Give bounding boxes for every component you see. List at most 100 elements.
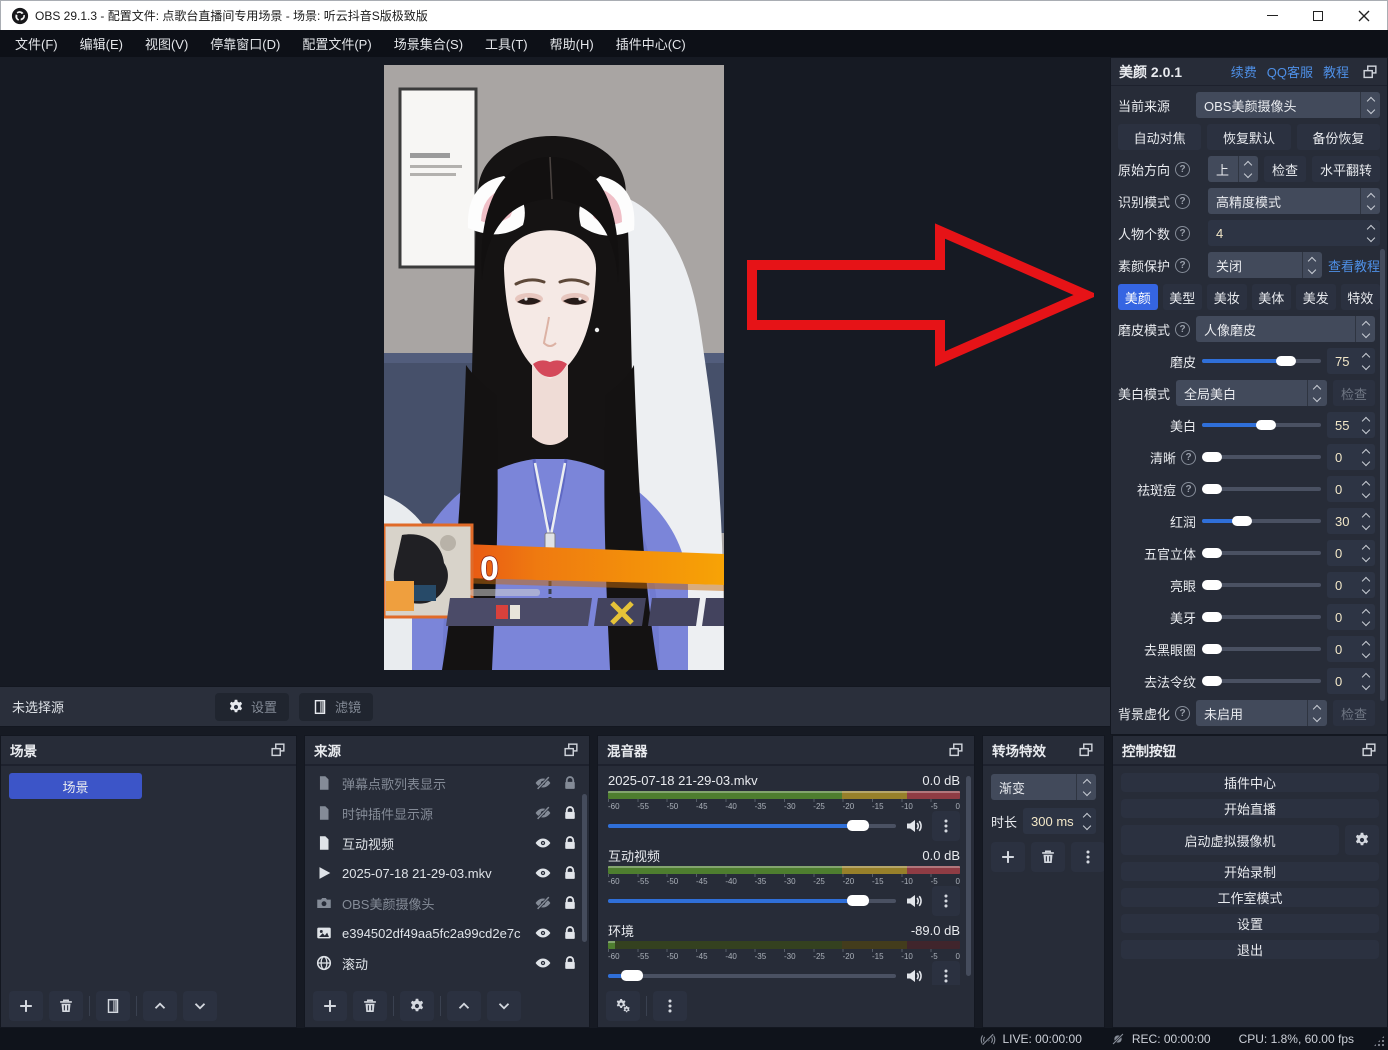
slider[interactable] <box>1202 572 1321 598</box>
mute-button[interactable] <box>904 891 924 911</box>
source-row[interactable]: 滚动 <box>305 948 589 978</box>
source-filters-button[interactable]: 滤镜 <box>299 693 373 721</box>
menu-item-2[interactable]: 视图(V) <box>134 30 199 57</box>
value-spinner[interactable]: 0 <box>1327 668 1375 694</box>
slider-handle[interactable] <box>1202 644 1222 654</box>
move-source-down-button[interactable] <box>487 991 521 1021</box>
virtualcam-settings-button[interactable] <box>1345 825 1379 855</box>
eye-off-icon[interactable] <box>534 894 552 912</box>
slider-handle[interactable] <box>1202 612 1222 622</box>
eye-icon[interactable] <box>534 924 552 942</box>
value-spinner[interactable]: 0 <box>1327 572 1375 598</box>
value-spinner[interactable]: 30 <box>1327 508 1375 534</box>
eye-off-icon[interactable] <box>534 774 552 792</box>
source-row[interactable]: OBS美颜摄像头 <box>305 888 589 918</box>
add-transition-button[interactable] <box>991 842 1025 872</box>
lock-icon[interactable] <box>561 804 579 822</box>
slider[interactable] <box>1202 604 1321 630</box>
add-scene-button[interactable] <box>9 991 43 1021</box>
slider-handle[interactable] <box>1276 356 1296 366</box>
mute-button[interactable] <box>904 816 924 836</box>
help-icon[interactable]: ? <box>1175 194 1190 209</box>
source-properties-button[interactable]: 设置 <box>215 693 289 721</box>
transition-menu-button[interactable] <box>1071 842 1105 872</box>
value-spinner[interactable]: 0 <box>1327 604 1375 630</box>
help-icon[interactable]: ? <box>1175 258 1190 273</box>
start-streaming-button[interactable]: 开始直播 <box>1121 799 1379 818</box>
studio-mode-button[interactable]: 工作室模式 <box>1121 888 1379 907</box>
lock-icon[interactable] <box>561 894 579 912</box>
lock-icon[interactable] <box>561 924 579 942</box>
help-icon[interactable]: ? <box>1175 706 1190 721</box>
mute-button[interactable] <box>904 966 924 985</box>
remove-source-button[interactable] <box>353 991 387 1021</box>
menu-item-1[interactable]: 编辑(E) <box>69 30 134 57</box>
scene-filters-button[interactable] <box>96 991 130 1021</box>
source-row[interactable]: 时钟插件显示源 <box>305 798 589 828</box>
slider[interactable] <box>1202 508 1321 534</box>
recognition-dropdown[interactable]: 高精度模式 <box>1208 188 1380 214</box>
slider-handle[interactable] <box>1202 452 1222 462</box>
remove-scene-button[interactable] <box>49 991 83 1021</box>
beauty-tab-2[interactable]: 美妆 <box>1207 284 1247 310</box>
value-spinner[interactable]: 0 <box>1327 540 1375 566</box>
volume-slider[interactable] <box>608 964 896 985</box>
beauty-tab-4[interactable]: 美发 <box>1296 284 1336 310</box>
scrollbar[interactable] <box>582 794 587 942</box>
volume-handle[interactable] <box>847 820 869 831</box>
qq-support-link[interactable]: QQ客服 <box>1267 62 1313 81</box>
menu-item-6[interactable]: 工具(T) <box>474 30 539 57</box>
eye-icon[interactable] <box>534 834 552 852</box>
backup-restore-button[interactable]: 备份恢复 <box>1297 124 1380 150</box>
popout-icon[interactable] <box>562 741 580 759</box>
slider[interactable] <box>1202 412 1321 438</box>
tutorial-link[interactable]: 教程 <box>1323 62 1349 81</box>
beauty-tab-0[interactable]: 美颜 <box>1118 284 1158 310</box>
source-properties-button[interactable] <box>400 991 434 1021</box>
slider[interactable] <box>1202 444 1321 470</box>
lock-icon[interactable] <box>561 834 579 852</box>
check-button[interactable]: 检查 <box>1333 700 1375 726</box>
popout-icon[interactable] <box>1360 741 1378 759</box>
start-virtualcam-button[interactable]: 启动虚拟摄像机 <box>1121 825 1339 855</box>
slider[interactable] <box>1202 348 1321 374</box>
eye-icon[interactable] <box>534 864 552 882</box>
source-row[interactable]: 2025-07-18 21-29-03.mkv <box>305 858 589 888</box>
exit-button[interactable]: 退出 <box>1121 940 1379 959</box>
help-icon[interactable]: ? <box>1181 450 1196 465</box>
reset-default-button[interactable]: 恢复默认 <box>1207 124 1290 150</box>
popout-icon[interactable] <box>1077 741 1095 759</box>
audio-menu-button[interactable] <box>932 961 960 985</box>
maximize-button[interactable] <box>1295 1 1341 30</box>
autofocus-button[interactable]: 自动对焦 <box>1118 124 1201 150</box>
slider-handle[interactable] <box>1202 580 1222 590</box>
audio-menu-button[interactable] <box>932 811 960 841</box>
transition-type-dropdown[interactable]: 渐变 <box>991 774 1096 800</box>
remove-transition-button[interactable] <box>1031 842 1065 872</box>
value-spinner[interactable]: 55 <box>1327 412 1375 438</box>
slider[interactable] <box>1202 540 1321 566</box>
dropdown[interactable]: 人像磨皮 <box>1196 316 1375 342</box>
popout-icon[interactable] <box>947 741 965 759</box>
slider-handle[interactable] <box>1256 420 1276 430</box>
source-row[interactable]: e394502df49aa5fc2a99cd2e7c <box>305 918 589 948</box>
source-row[interactable]: 互动视频 <box>305 828 589 858</box>
person-count-spinner[interactable]: 4 <box>1208 220 1380 246</box>
preview-video[interactable]: 0 <box>384 65 724 670</box>
orientation-dropdown[interactable]: 上 <box>1208 156 1258 182</box>
help-icon[interactable]: ? <box>1175 322 1190 337</box>
beauty-tab-3[interactable]: 美体 <box>1252 284 1292 310</box>
dropdown[interactable]: 全局美白 <box>1176 380 1327 406</box>
makeup-protect-dropdown[interactable]: 关闭 <box>1208 252 1322 278</box>
move-scene-up-button[interactable] <box>143 991 177 1021</box>
eye-icon[interactable] <box>534 954 552 972</box>
dropdown[interactable]: 未启用 <box>1196 700 1327 726</box>
value-spinner[interactable]: 0 <box>1327 444 1375 470</box>
value-spinner[interactable]: 0 <box>1327 476 1375 502</box>
add-source-button[interactable] <box>313 991 347 1021</box>
slider-handle[interactable] <box>1202 484 1222 494</box>
move-source-up-button[interactable] <box>447 991 481 1021</box>
audio-menu-button[interactable] <box>932 886 960 916</box>
popout-icon[interactable] <box>269 741 287 759</box>
help-icon[interactable]: ? <box>1175 162 1190 177</box>
